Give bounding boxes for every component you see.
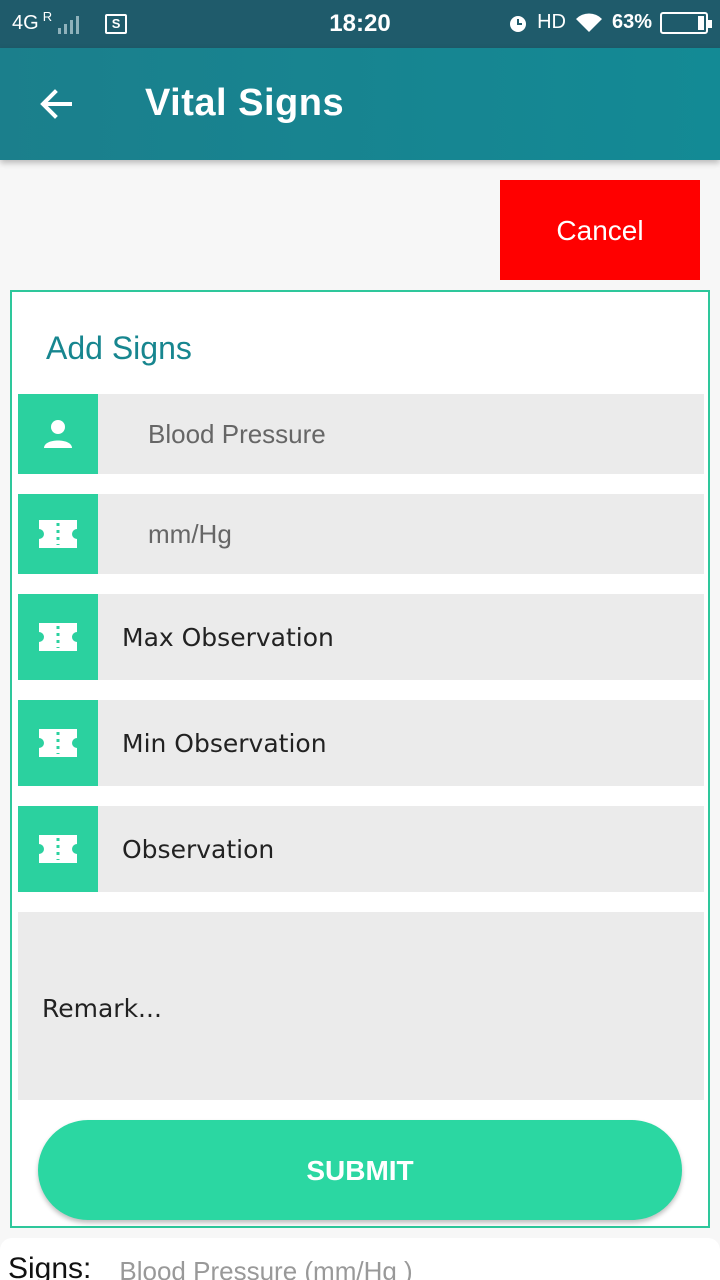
sign-name-field[interactable]: Blood Pressure (98, 394, 704, 474)
signs-label: Signs: (8, 1252, 92, 1280)
status-bar: 4G R S 18:20 HD 63% (0, 0, 720, 48)
ticket-icon (18, 806, 98, 892)
unit-field[interactable]: mm/Hg (98, 494, 704, 574)
signs-value: Blood Pressure (mm/Hg ) (119, 1256, 413, 1280)
min-observation-row[interactable]: Min Observation (18, 700, 704, 786)
unit-row[interactable]: mm/Hg (18, 494, 704, 574)
signs-summary: Signs: Blood Pressure (mm/Hg ) (0, 1238, 720, 1280)
cancel-button[interactable]: Cancel (500, 180, 700, 280)
alarm-icon (510, 15, 527, 32)
submit-button[interactable]: SUBMIT (38, 1120, 682, 1220)
ticket-icon (18, 594, 98, 680)
person-icon (18, 394, 98, 474)
battery-icon (660, 11, 712, 34)
sign-name-row[interactable]: Blood Pressure (18, 394, 704, 474)
back-button[interactable] (36, 84, 76, 124)
observation-row[interactable]: Observation (18, 806, 704, 892)
ticket-icon (18, 700, 98, 786)
max-observation-input[interactable]: Max Observation (98, 594, 704, 680)
remark-input[interactable]: Remark... (18, 912, 704, 1100)
hd-indicator: HD (537, 11, 566, 33)
battery-percent: 63% (611, 11, 652, 33)
observation-input[interactable]: Observation (98, 806, 704, 892)
min-observation-input[interactable]: Min Observation (98, 700, 704, 786)
page-title: Vital Signs (145, 82, 345, 124)
ticket-icon (18, 494, 98, 574)
app-bar: Vital Signs (0, 48, 720, 160)
max-observation-row[interactable]: Max Observation (18, 594, 704, 680)
add-signs-card: Add Signs Blood Pressure mm/Hg Max Obser… (10, 290, 710, 1228)
arrow-left-icon (40, 89, 72, 119)
wifi-icon (575, 12, 602, 32)
card-title: Add Signs (46, 330, 192, 366)
status-right: HD 63% (507, 11, 712, 34)
